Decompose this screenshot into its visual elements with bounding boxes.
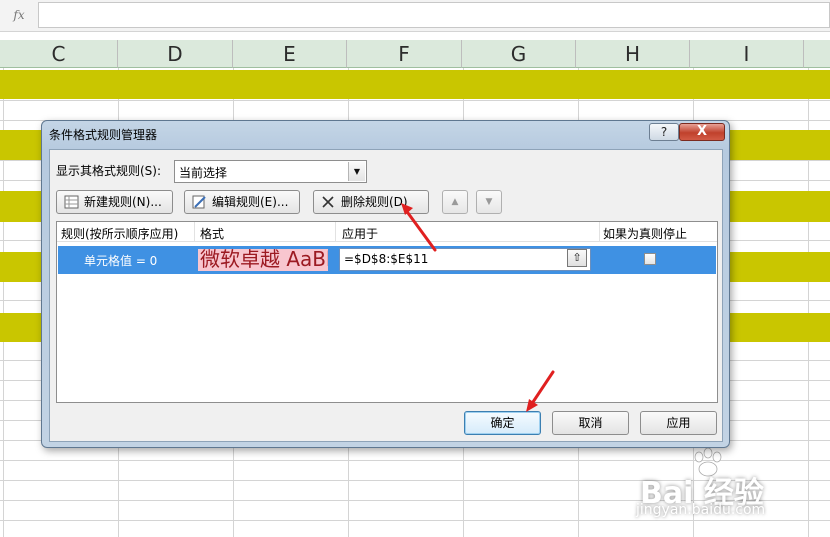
rule-condition: 单元格值 = 0	[84, 254, 158, 268]
formula-input[interactable]	[38, 2, 830, 28]
edit-rule-button[interactable]: 编辑规则(E)...	[184, 190, 300, 214]
new-rule-button[interactable]: 新建规则(N)...	[56, 190, 173, 214]
collapse-range-icon[interactable]: ⇧	[567, 249, 587, 267]
column-header-e[interactable]: E	[233, 40, 347, 68]
dialog-body: 显示其格式规则(S): 当前选择 ▼ 新建规则(N)... 编辑规则(E)...…	[49, 149, 723, 442]
rule-column-header[interactable]: 规则(按所示顺序应用)	[61, 225, 178, 242]
applies-to-column-header[interactable]: 应用于	[342, 225, 378, 242]
formula-bar: fx	[0, 0, 830, 32]
rules-list-header: 规则(按所示顺序应用) 格式 应用于 如果为真则停止	[57, 222, 717, 242]
ok-button[interactable]: 确定	[464, 411, 541, 435]
column-divider	[194, 222, 195, 242]
delete-x-icon	[322, 196, 334, 208]
format-preview-text: 微软卓越 AaBb	[200, 249, 328, 271]
show-rules-label: 显示其格式规则(S):	[56, 164, 162, 178]
new-rule-icon	[64, 195, 79, 209]
column-header-d[interactable]: D	[118, 40, 233, 68]
applies-to-value: =$D$8:$E$11	[344, 252, 429, 266]
stop-if-true-column-header[interactable]: 如果为真则停止	[603, 225, 687, 242]
column-header-f[interactable]: F	[347, 40, 462, 68]
format-column-header[interactable]: 格式	[200, 225, 224, 242]
column-header-i[interactable]: I	[690, 40, 804, 68]
edit-rule-label: 编辑规则(E)...	[212, 195, 289, 209]
chevron-down-icon[interactable]: ▼	[348, 162, 365, 181]
move-up-button[interactable]: ▲	[442, 190, 468, 214]
conditional-format-rules-dialog: 条件格式规则管理器 ? X 显示其格式规则(S): 当前选择 ▼ 新建规则(N)…	[41, 120, 730, 448]
applies-to-input[interactable]: =$D$8:$E$11	[339, 248, 591, 271]
dialog-title: 条件格式规则管理器	[49, 128, 158, 142]
delete-rule-button[interactable]: 删除规则(D)	[313, 190, 429, 214]
apply-button[interactable]: 应用	[640, 411, 717, 435]
rule-row[interactable]: 单元格值 = 0 微软卓越 AaBb =$D$8:$E$11 ⇧	[58, 246, 716, 274]
spreadsheet-window: { "formula_bar": { "fx_label": "fx", "va…	[0, 0, 830, 537]
highlighted-row[interactable]	[0, 70, 830, 99]
stop-if-true-checkbox[interactable]	[644, 253, 656, 265]
edit-rule-icon	[192, 195, 206, 209]
cancel-button[interactable]: 取消	[552, 411, 629, 435]
delete-rule-label: 删除规则(D)	[341, 195, 408, 209]
column-header-h[interactable]: H	[576, 40, 690, 68]
rules-list[interactable]: 规则(按所示顺序应用) 格式 应用于 如果为真则停止 单元格值 = 0 微软卓越…	[56, 221, 718, 403]
format-preview: 微软卓越 AaBb	[198, 249, 328, 271]
column-header-next[interactable]	[804, 40, 830, 68]
move-up-icon: ▲	[451, 197, 459, 207]
fx-label[interactable]: fx	[4, 4, 34, 26]
column-divider	[335, 222, 336, 242]
move-down-button[interactable]: ▼	[476, 190, 502, 214]
move-down-icon: ▼	[485, 197, 493, 207]
help-button[interactable]: ?	[649, 123, 679, 141]
column-header-c[interactable]: C	[0, 40, 118, 68]
close-button[interactable]: X	[679, 123, 725, 141]
watermark-url: jingyan.baidu.com	[636, 502, 766, 518]
column-header-g[interactable]: G	[462, 40, 576, 68]
show-rules-select[interactable]: 当前选择 ▼	[174, 160, 367, 183]
rules-toolbar: 新建规则(N)... 编辑规则(E)... 删除规则(D) ▲ ▼	[56, 190, 720, 219]
show-rules-value: 当前选择	[179, 166, 228, 180]
new-rule-label: 新建规则(N)...	[84, 195, 162, 209]
column-divider	[599, 222, 600, 242]
